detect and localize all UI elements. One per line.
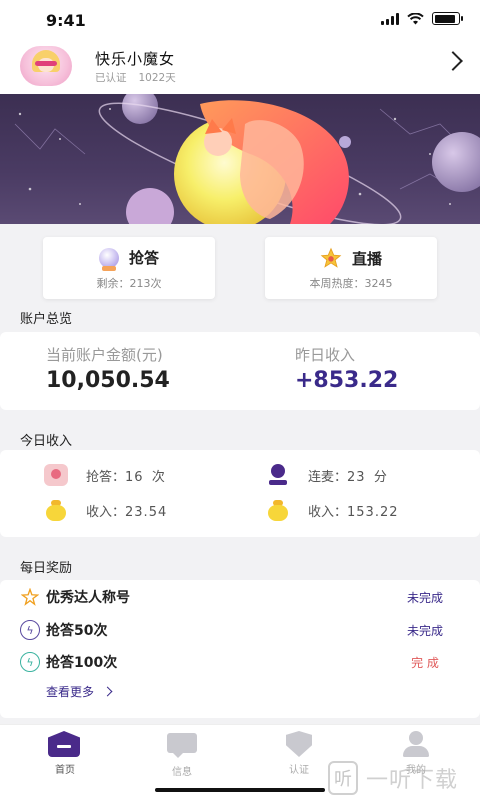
reward-row[interactable]: ϟ 抢答50次 未完成 [20,618,460,642]
chevron-right-icon [102,686,113,697]
reward-row[interactable]: ϟ 抢答100次 完 成 [20,650,460,674]
grab-income-value: 23.54 [125,504,168,520]
user-icon [401,731,431,757]
today-section-title: 今日收入 [20,434,73,449]
chevron-right-icon[interactable] [443,51,463,71]
banner-illustration[interactable] [0,94,480,224]
yesterday-value: +853.22 [295,368,399,393]
reward-name: 优秀达人称号 [46,590,130,606]
watermark-text: 一听下载 [366,768,459,793]
money-bag-icon [44,499,68,521]
live-card[interactable]: 直播 本周热度：3245 [265,237,437,299]
status-time: 9:41 [46,11,86,30]
reward-name: 抢答50次 [46,623,108,639]
watermark-logo: 听 [328,761,358,795]
yesterday-label: 昨日收入 [295,346,356,364]
profile-header[interactable]: 快乐小魔女 已认证 1022天 [0,40,480,94]
reward-status: 完 成 [411,655,439,670]
message-icon [167,733,197,758]
wifi-icon [407,12,424,24]
status-icons [381,12,463,25]
battery-icon [432,12,463,25]
see-more-link[interactable]: 查看更多 [46,683,113,700]
tab-messages[interactable]: 信息 [142,731,222,778]
grab-answer-card[interactable]: 抢答 剩余：213次 [43,237,215,299]
grab-count-value: 16 [125,469,144,485]
grab-income-item: 收入：23.54 [44,499,167,521]
sparkle-star-icon [20,587,40,607]
banner-art [14,94,480,224]
crystal-ball-icon [98,247,119,271]
reward-row[interactable]: 优秀达人称号 未完成 [20,585,460,609]
account-overview-card: 当前账户金额(元) 10,050.54 昨日收入 +853.22 [0,332,480,410]
reward-status: 未完成 [406,590,443,605]
watermark: 听 一听下载 [328,758,478,798]
mic-income-item: 收入：153.22 [266,499,399,521]
gift-box-icon [44,464,68,486]
mic-minutes-value: 23 [347,469,366,485]
live-heat: 本周热度：3245 [309,277,393,290]
live-label: 直播 [351,249,382,268]
reward-status: 未完成 [406,623,443,638]
lightning-bubble-icon: ϟ [20,652,40,672]
verified-label: 已认证 [95,72,127,84]
mic-income-value: 153.22 [347,504,399,520]
home-indicator [155,788,325,792]
profile-name: 快乐小魔女 [95,50,176,68]
today-income-card: 抢答：16 次 连麦：23 分 收入：23.54 收入：153.22 [0,450,480,537]
signal-icon [381,12,399,25]
avatar[interactable] [20,46,72,86]
tab-home[interactable]: 首页 [25,731,105,776]
status-bar: 9:41 [0,0,480,40]
balance-label: 当前账户金额(元) [46,346,163,364]
battery-level [434,14,456,23]
reward-name: 抢答100次 [46,655,118,671]
money-bag-icon [266,499,290,521]
profile-meta: 已认证 1022天 [95,70,176,85]
grab-answer-label: 抢答 [128,249,159,267]
grab-answer-remaining: 剩余：213次 [96,277,162,290]
microphone-icon [266,464,290,486]
tab-verify[interactable]: 认证 [259,731,339,776]
home-icon [48,731,80,757]
shield-icon [286,731,312,757]
grab-count-item: 抢答：16 次 [44,464,165,486]
lightning-bubble-icon: ϟ [20,620,40,640]
daily-rewards-card: 优秀达人称号 未完成 ϟ 抢答50次 未完成 ϟ 抢答100次 完 成 查看更多 [0,580,480,718]
mic-minutes-item: 连麦：23 分 [266,464,387,486]
days-label: 1022天 [138,72,176,84]
account-section-title: 账户总览 [20,312,73,327]
balance-value: 10,050.54 [46,368,170,393]
rewards-section-title: 每日奖励 [20,561,73,576]
star-icon [320,247,342,268]
